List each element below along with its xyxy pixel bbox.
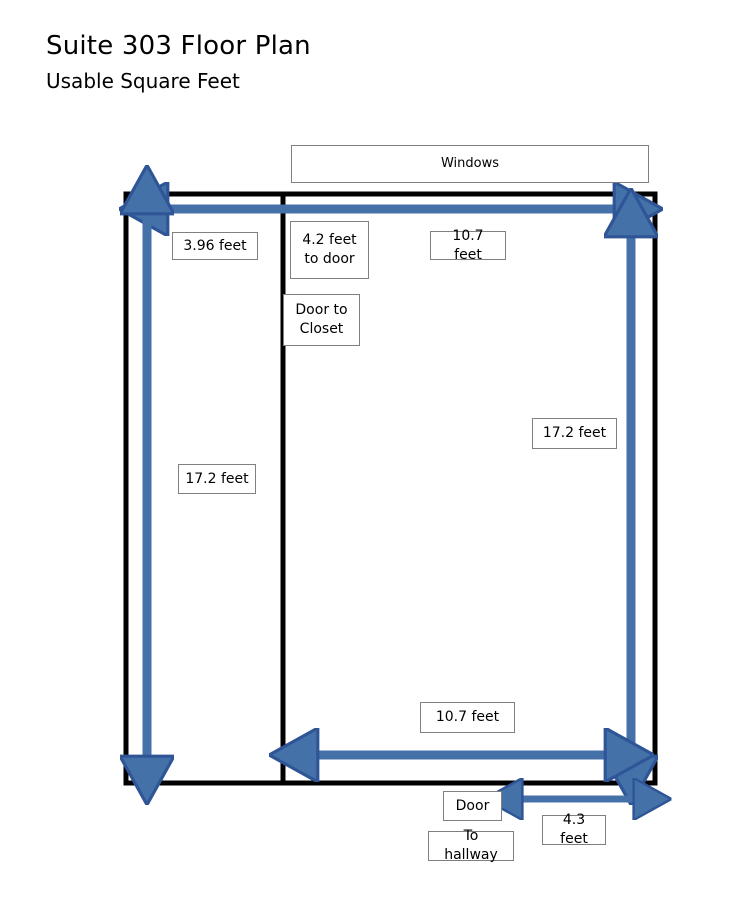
callout-left-height-label: 17.2 feet	[185, 470, 249, 487]
callout-bottom-width-label: 10.7 feet	[435, 709, 500, 726]
floor-plan-drawing	[0, 0, 734, 915]
callout-closet-door-line1: Door to	[295, 302, 348, 319]
callout-wall-to-door-line1: 4.2 feet	[302, 232, 357, 249]
callout-windows: Windows	[291, 145, 649, 183]
callout-right-height: 17.2 feet	[532, 418, 617, 449]
callout-top-width: 10.7 feet	[430, 228, 506, 263]
callout-to-hallway: To hallway	[428, 828, 514, 863]
callout-entry-door: Door	[443, 791, 502, 821]
callout-left-room-width-label: 3.96 feet	[183, 237, 247, 254]
callout-bottom-width: 10.7 feet	[420, 702, 515, 733]
callout-left-height: 17.2 feet	[178, 464, 256, 494]
callout-to-hallway-label: To hallway	[444, 828, 498, 863]
callout-top-width-label: 10.7 feet	[452, 227, 484, 263]
callout-entry-door-label: Door	[455, 797, 490, 814]
callout-windows-label: Windows	[440, 156, 500, 172]
callout-wall-to-door-line2: to door	[304, 251, 355, 267]
callout-right-height-label: 17.2 feet	[542, 425, 607, 442]
callout-hallway-width-label: 4.3 feet	[560, 812, 588, 847]
callout-closet-door-line2: Closet	[299, 321, 344, 337]
callout-closet-door: Door to Closet	[283, 294, 360, 346]
callout-wall-to-door: 4.2 feet to door	[290, 221, 369, 279]
callout-left-room-width: 3.96 feet	[172, 232, 258, 260]
callout-hallway-width: 4.3 feet	[542, 812, 606, 847]
